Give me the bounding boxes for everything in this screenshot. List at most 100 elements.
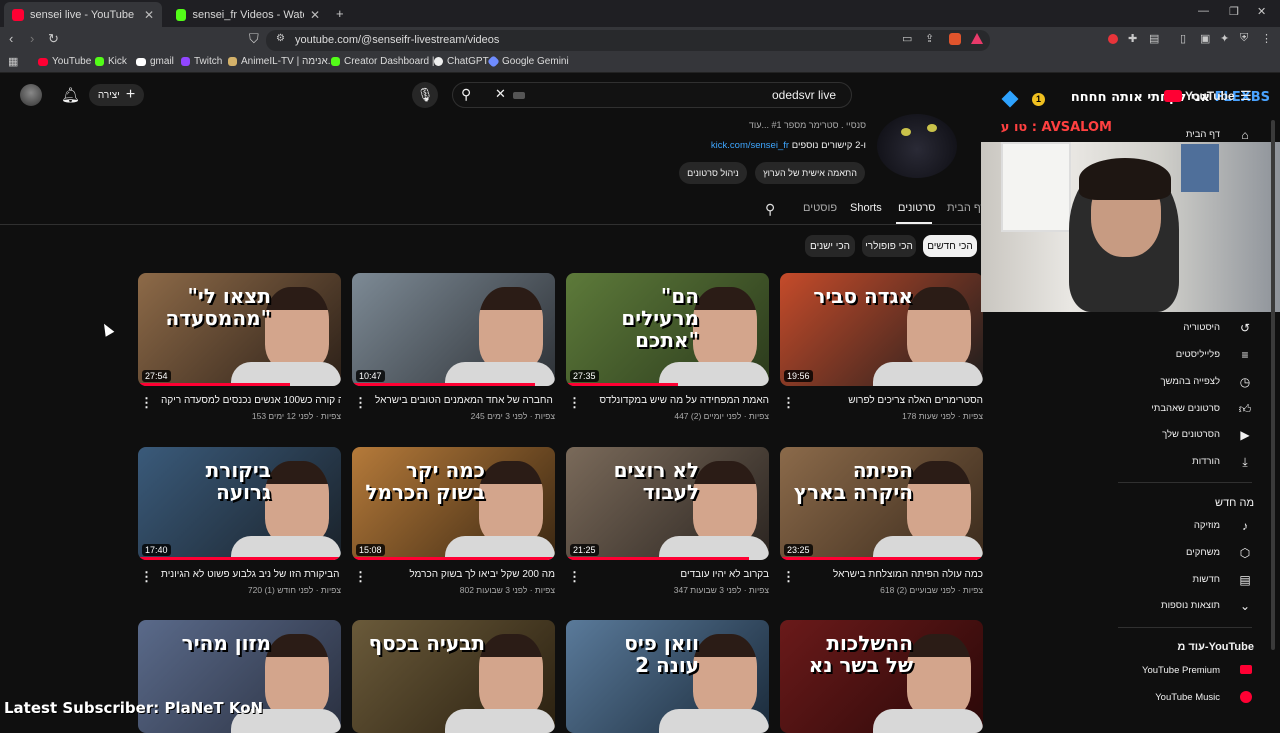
vpn-icon[interactable]: ⛨ xyxy=(1240,32,1248,45)
sidebar-item-music[interactable]: מוזיקה xyxy=(1194,520,1220,531)
video-card[interactable]: "הם מרעילים אתכם" 27:35 ⋮ האמת המפחידה ע… xyxy=(566,273,769,421)
gaming-icon[interactable]: ⬡ xyxy=(1238,546,1252,560)
plus-icon[interactable]: + xyxy=(336,6,344,21)
bookmark-gmail[interactable]: gmail xyxy=(136,56,174,67)
forward-icon[interactable]: › xyxy=(30,31,34,46)
close-window-icon[interactable]: ✕ xyxy=(1257,5,1266,18)
extensions-icon[interactable]: ✚ xyxy=(1128,32,1137,45)
video-card[interactable]: "תצאו לי מהמסעדה" 27:54 ⋮ מה קורה כש100 … xyxy=(138,273,341,421)
close-tab-icon[interactable]: ✕ xyxy=(144,8,154,22)
menu-icon[interactable]: ⋮ xyxy=(1261,32,1272,45)
music-note-icon[interactable]: ♪ xyxy=(1238,519,1252,533)
brave-shield-icon[interactable] xyxy=(949,33,961,45)
channel-subtitle[interactable]: סנסיי . סטרימר מספר #1 ...עוד xyxy=(640,120,866,130)
channel-search-icon[interactable]: ⚲ xyxy=(765,201,775,218)
keyboard-icon[interactable] xyxy=(513,92,525,99)
sidebar-toggle-icon[interactable]: ▯ xyxy=(1180,32,1186,45)
video-card[interactable]: אגדה סביר 19:56 ⋮ הסטרימרים האלה צריכים … xyxy=(780,273,983,421)
playlists-icon[interactable]: ≡ xyxy=(1238,348,1252,362)
video-thumbnail[interactable]: לא רוצים לעבוד 21:25 xyxy=(566,447,769,560)
video-thumbnail[interactable]: וואן פיס עונה 2 xyxy=(566,620,769,733)
sidebar-item-liked[interactable]: סרטונים שאהבתי xyxy=(1151,403,1220,414)
tab-kick[interactable]: sensei_fr Videos - Watch On-Demand ✕ xyxy=(168,2,328,27)
more-options-icon[interactable]: ⋮ xyxy=(782,569,795,585)
news-icon[interactable]: ▤ xyxy=(1238,573,1252,587)
video-title[interactable]: מה קורה כש100 אנשים נכנסים למסעדה ריקה xyxy=(161,395,341,406)
customize-channel-button[interactable]: התאמה אישית של הערוץ xyxy=(755,162,865,184)
tab-videos[interactable]: סרטונים xyxy=(898,202,936,214)
sidebar-item-gaming[interactable]: משחקים xyxy=(1186,547,1220,558)
video-card[interactable]: לא רוצים לעבוד 21:25 ⋮ בקרוב לא יהיו עוב… xyxy=(566,447,769,595)
sidebar-item-your-videos[interactable]: הסרטונים שלך xyxy=(1162,429,1220,440)
sidebar-scrollbar[interactable] xyxy=(1271,120,1275,650)
chip-oldest[interactable]: הכי ישנים xyxy=(805,235,855,257)
bookmark-gemini[interactable]: Google Gemini xyxy=(487,55,569,68)
video-title[interactable]: מה 200 שקל יביאו לך בשוק הכרמל xyxy=(375,569,555,580)
youtube-music-icon[interactable] xyxy=(1240,691,1252,703)
extension-record-icon[interactable] xyxy=(1108,34,1118,44)
video-title[interactable]: זו החברה של אחד המאמנים הטובים בישראל? xyxy=(375,395,555,406)
more-options-icon[interactable]: ⋮ xyxy=(140,395,153,411)
chevron-down-icon[interactable]: ⌄ xyxy=(1238,599,1252,613)
apps-icon[interactable]: ▦ xyxy=(8,55,18,68)
sidebar-item-home[interactable]: דף הבית xyxy=(1186,129,1220,140)
sidebar-item-premium[interactable]: YouTube Premium xyxy=(1142,665,1220,676)
video-title[interactable]: הסטרימרים האלה צריכים לפרוש xyxy=(803,395,983,406)
youtube-logo[interactable]: YouTube xyxy=(1164,89,1235,103)
sidebar-item-history[interactable]: היסטוריה xyxy=(1183,322,1220,333)
video-card[interactable]: תבעיה בכסף ⋮ · xyxy=(352,620,555,733)
clock-icon[interactable]: ◷ xyxy=(1238,375,1252,389)
cast-icon[interactable]: ▭ xyxy=(902,32,912,45)
video-thumbnail[interactable]: 10:47 xyxy=(352,273,555,386)
more-options-icon[interactable]: ⋮ xyxy=(568,395,581,411)
tab-shorts[interactable]: Shorts xyxy=(850,202,882,214)
brave-rewards-icon[interactable] xyxy=(971,33,983,44)
close-tab-icon[interactable]: ✕ xyxy=(310,8,320,22)
video-thumbnail[interactable]: הפיתה היקרה בארץ 23:25 xyxy=(780,447,983,560)
bookmark-youtube[interactable]: YouTube xyxy=(38,56,91,67)
video-thumbnail[interactable]: ההשלכות של בשר נא xyxy=(780,620,983,733)
bookmark-animeil[interactable]: AnimeIL-TV | אנימה... xyxy=(228,56,336,67)
voice-search-icon[interactable]: 🎙︎ xyxy=(412,82,438,108)
manage-videos-button[interactable]: ניהול סרטונים xyxy=(679,162,747,184)
download-icon[interactable]: ⤓ xyxy=(1238,455,1252,469)
sidebar-item-playlists[interactable]: פלייליסטים xyxy=(1176,349,1220,360)
ai-icon[interactable]: ✦ xyxy=(1220,32,1229,45)
notifications-bell-icon[interactable]: 🔔︎ xyxy=(61,86,80,104)
tab-home[interactable]: דף הבית xyxy=(947,202,981,214)
video-thumbnail[interactable]: כמה יקר בשוק הכרמל 15:08 xyxy=(352,447,555,560)
tab-youtube[interactable]: sensei live - YouTube ✕ xyxy=(4,2,162,27)
sidebar-item-downloads[interactable]: הורדות xyxy=(1192,456,1220,467)
more-options-icon[interactable]: ⋮ xyxy=(568,569,581,585)
clear-search-icon[interactable]: ✕ xyxy=(495,86,506,102)
reload-icon[interactable]: ↻ xyxy=(48,31,59,47)
bookmark-kick[interactable]: Kick xyxy=(95,56,127,67)
video-title[interactable]: כמה עולה הפיתה המוצלחת בישראל xyxy=(803,569,983,580)
more-options-icon[interactable]: ⋮ xyxy=(354,569,367,585)
back-icon[interactable]: ‹ xyxy=(9,31,13,46)
avatar[interactable] xyxy=(20,84,42,106)
video-thumbnail[interactable]: "תצאו לי מהמסעדה" 27:54 xyxy=(138,273,341,386)
wallet-icon[interactable]: ▤ xyxy=(1149,32,1159,45)
profile-icon[interactable]: ▣ xyxy=(1200,32,1210,45)
bookmark-creator-dashboard[interactable]: Creator Dashboard |... xyxy=(331,56,443,67)
restore-icon[interactable]: ❐ xyxy=(1229,5,1239,18)
video-card[interactable]: 10:47 ⋮ זו החברה של אחד המאמנים הטובים ב… xyxy=(352,273,555,421)
video-thumbnail[interactable]: "הם מרעילים אתכם" 27:35 xyxy=(566,273,769,386)
history-icon[interactable]: ↺ xyxy=(1238,321,1252,335)
video-title[interactable]: בקרוב לא יהיו עובדים xyxy=(589,569,769,580)
bookmark-twitch[interactable]: Twitch xyxy=(181,56,222,67)
video-thumbnail[interactable]: ביקורת גרועה 17:40 xyxy=(138,447,341,560)
video-title[interactable]: למה הביקורת הזו של ניב גלבוע פשוט לא הגי… xyxy=(161,569,341,580)
video-card[interactable]: הפיתה היקרה בארץ 23:25 ⋮ כמה עולה הפיתה … xyxy=(780,447,983,595)
sidebar-item-watch-later[interactable]: לצפייה בהמשך xyxy=(1160,376,1220,387)
share-icon[interactable]: ⇪ xyxy=(925,32,934,45)
sidebar-item-music-app[interactable]: YouTube Music xyxy=(1155,692,1220,703)
minimize-icon[interactable]: — xyxy=(1198,5,1209,17)
bookmark-icon[interactable]: ⛉ xyxy=(249,31,259,47)
chip-newest[interactable]: הכי חדשים xyxy=(923,235,977,257)
search-input[interactable]: odedsvr live xyxy=(700,88,836,102)
site-info-icon[interactable]: ⚙ xyxy=(276,33,285,44)
url-text[interactable]: youtube.com/@senseifr-livestream/videos xyxy=(295,34,499,46)
bookmark-chatgpt[interactable]: ChatGPT xyxy=(434,56,489,67)
